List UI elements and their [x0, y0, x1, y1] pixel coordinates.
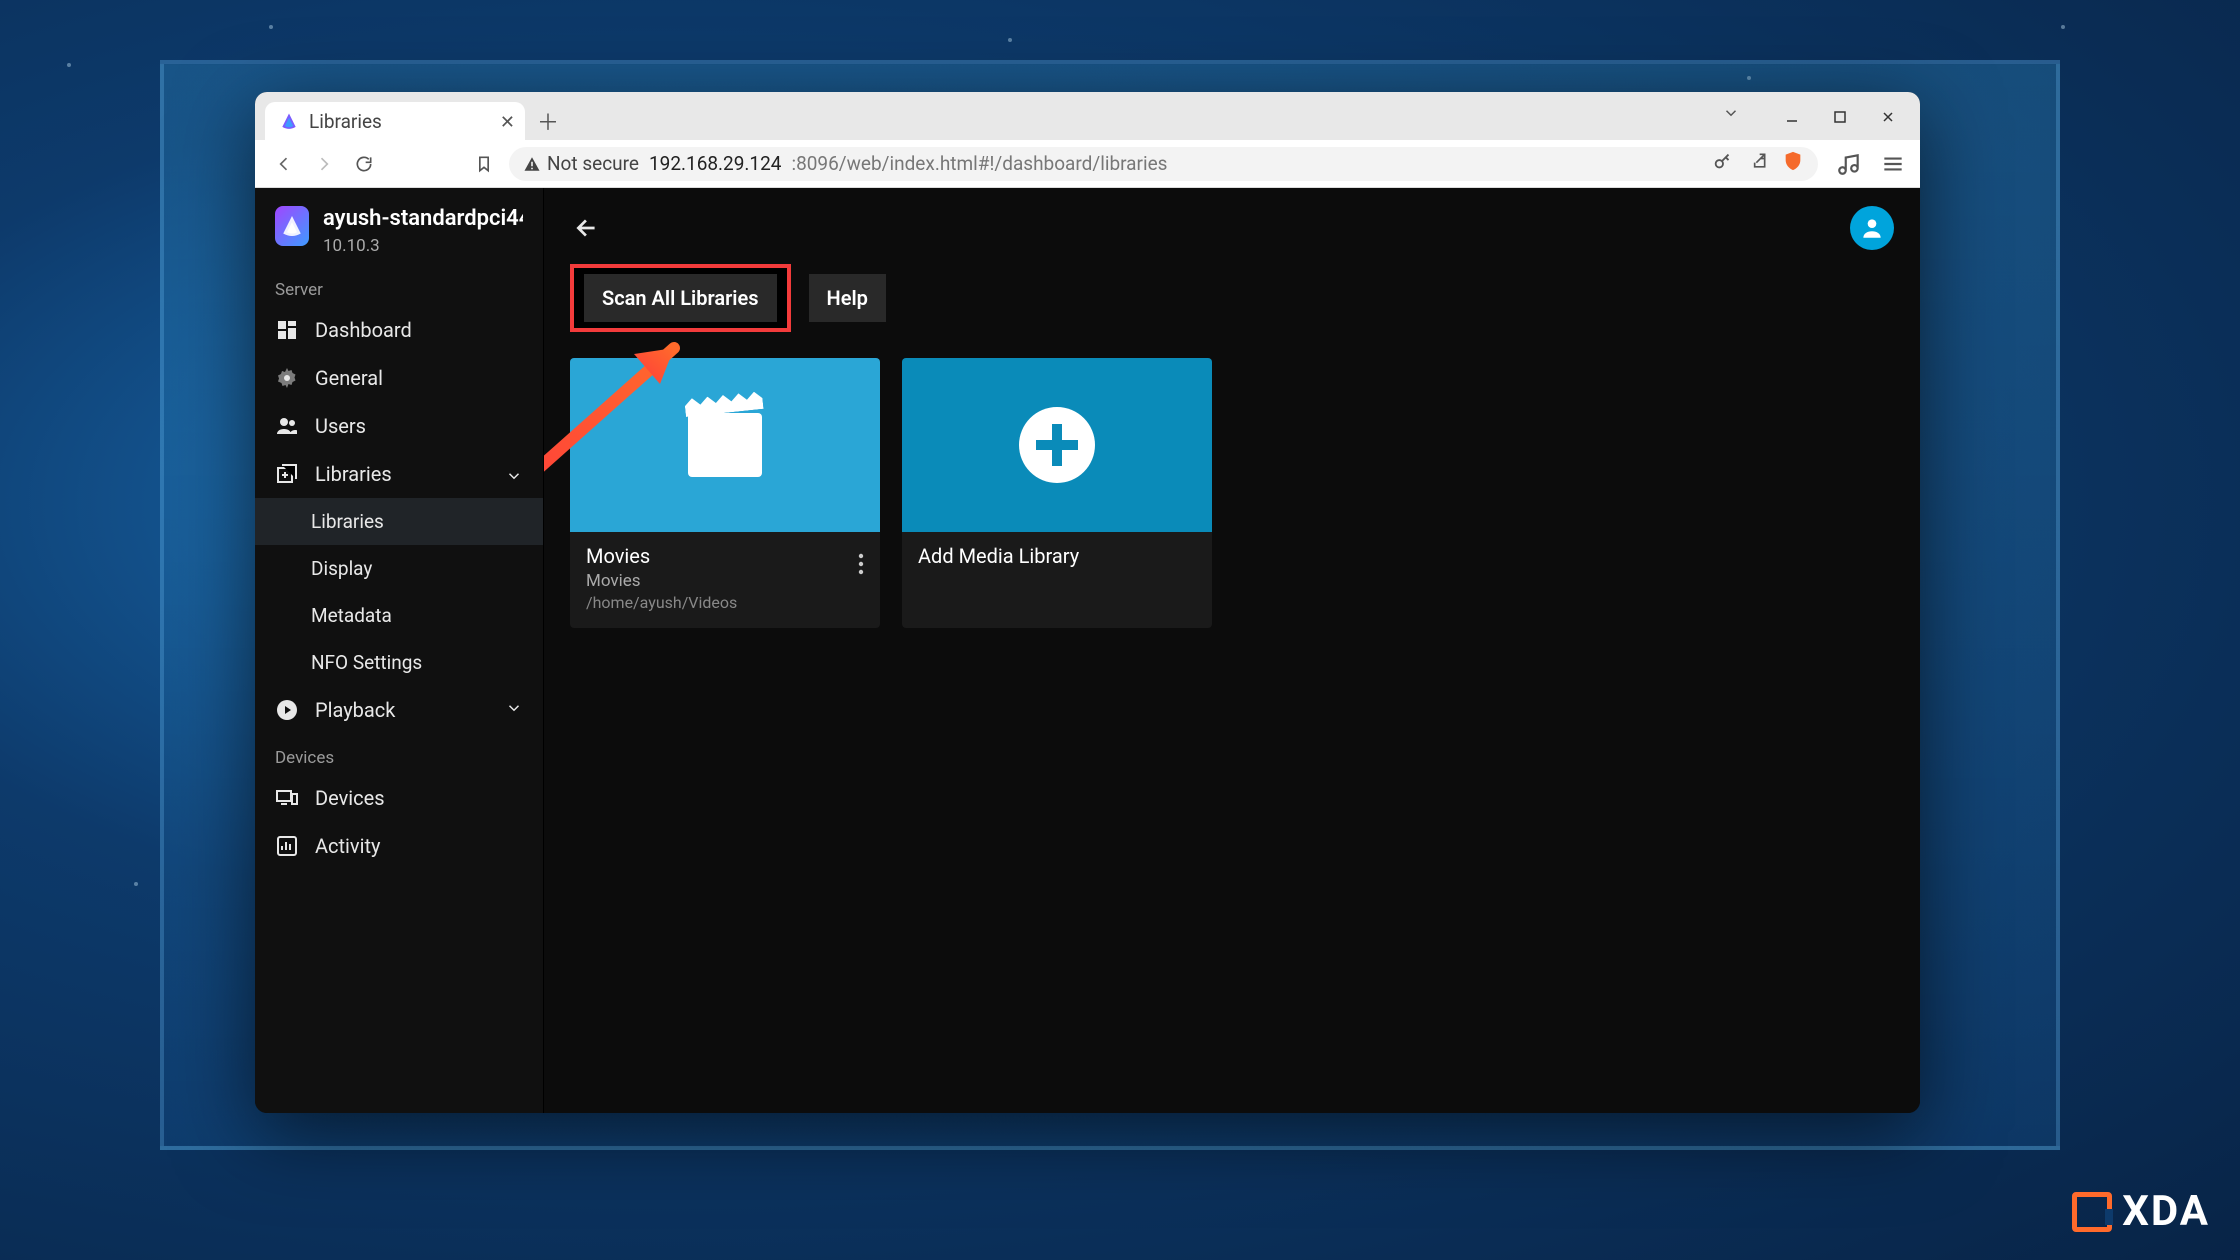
- close-tab-icon[interactable]: ✕: [500, 112, 515, 133]
- sidebar-section-server: Server: [255, 266, 543, 306]
- library-card-title: Movies: [586, 544, 864, 568]
- url-path: :8096/web/index.html#!/dashboard/librari…: [791, 152, 1167, 175]
- actions-row: Scan All Libraries Help: [570, 264, 1894, 332]
- user-avatar[interactable]: [1850, 206, 1894, 250]
- sidebar-item-users[interactable]: Users: [255, 402, 543, 450]
- server-version: 10.10.3: [323, 236, 523, 256]
- library-card-thumb: [570, 358, 880, 532]
- xda-text: XDA: [2122, 1187, 2210, 1236]
- sidebar-subitem-display[interactable]: Display: [255, 545, 543, 592]
- window-maximize-button[interactable]: [1818, 100, 1862, 134]
- url-host: 192.168.29.124: [649, 152, 782, 175]
- add-card-meta: Add Media Library: [902, 532, 1212, 584]
- person-icon: [1859, 215, 1885, 241]
- media-icon[interactable]: [1836, 151, 1862, 177]
- warning-icon: [523, 155, 541, 173]
- sidebar-item-label: Dashboard: [315, 318, 412, 342]
- hamburger-menu-icon[interactable]: [1880, 151, 1906, 177]
- sidebar-subitem-nfo[interactable]: NFO Settings: [255, 639, 543, 686]
- window-minimize-button[interactable]: [1770, 100, 1814, 134]
- security-warning: Not secure: [523, 152, 639, 175]
- nav-back-button[interactable]: [269, 149, 299, 179]
- main-content: Scan All Libraries Help Movies Movies /h…: [544, 188, 1920, 1113]
- library-card-add[interactable]: Add Media Library: [902, 358, 1212, 628]
- add-card-thumb: [902, 358, 1212, 532]
- xda-watermark: XDA: [2072, 1187, 2210, 1236]
- browser-tabstrip: Libraries ✕ ＋: [255, 92, 1920, 140]
- gear-icon: [275, 366, 299, 390]
- library-cards: Movies Movies /home/ayush/Videos Add Med…: [570, 358, 1894, 628]
- sidebar: ayush-standardpci440fx 10.10.3 Server Da…: [255, 188, 544, 1113]
- plus-circle-icon: [1019, 407, 1095, 483]
- tab-overflow-icon[interactable]: [1722, 104, 1740, 126]
- sidebar-subitem-label: Metadata: [311, 604, 392, 627]
- jellyfin-logo-icon: [275, 206, 309, 246]
- sidebar-item-label: Activity: [315, 834, 380, 858]
- scan-all-libraries-button[interactable]: Scan All Libraries: [584, 274, 777, 322]
- add-card-label: Add Media Library: [918, 544, 1196, 568]
- activity-icon: [275, 834, 299, 858]
- sidebar-item-libraries[interactable]: Libraries: [255, 450, 543, 498]
- clapperboard-icon: [688, 413, 762, 477]
- tab-title: Libraries: [309, 110, 382, 133]
- toolbar-trailing: [1828, 151, 1906, 177]
- new-tab-button[interactable]: ＋: [531, 104, 565, 138]
- content-topbar: [570, 206, 1894, 250]
- nav-reload-button[interactable]: [349, 149, 379, 179]
- play-circle-icon: [275, 698, 299, 722]
- brave-shield-icon[interactable]: [1782, 150, 1804, 177]
- help-button[interactable]: Help: [809, 274, 886, 322]
- sidebar-item-label: General: [315, 366, 383, 390]
- server-name: ayush-standardpci440fx: [323, 206, 523, 232]
- devices-icon: [275, 786, 299, 810]
- sidebar-section-devices: Devices: [255, 734, 543, 774]
- library-card-meta: Movies Movies /home/ayush/Videos: [570, 532, 880, 628]
- library-card-path: /home/ayush/Videos: [586, 593, 864, 612]
- window-close-button[interactable]: [1866, 100, 1910, 134]
- jellyfin-favicon-icon: [279, 111, 299, 131]
- users-icon: [275, 414, 299, 438]
- sidebar-item-devices[interactable]: Devices: [255, 774, 543, 822]
- library-card-type: Movies: [586, 571, 864, 591]
- page-back-button[interactable]: [570, 211, 604, 245]
- sidebar-item-label: Playback: [315, 698, 395, 722]
- chevron-down-icon: [505, 698, 523, 722]
- more-vertical-icon: [858, 552, 864, 576]
- library-card-movies[interactable]: Movies Movies /home/ayush/Videos: [570, 358, 880, 628]
- sidebar-item-general[interactable]: General: [255, 354, 543, 402]
- browser-window: Libraries ✕ ＋ Not secure 192.168.29.124:…: [255, 92, 1920, 1113]
- dashboard-icon: [275, 318, 299, 342]
- sidebar-subitem-label: NFO Settings: [311, 651, 422, 674]
- app-body: ayush-standardpci440fx 10.10.3 Server Da…: [255, 188, 1920, 1113]
- sidebar-item-dashboard[interactable]: Dashboard: [255, 306, 543, 354]
- nav-forward-button[interactable]: [309, 149, 339, 179]
- address-bar[interactable]: Not secure 192.168.29.124 :8096/web/index…: [509, 147, 1818, 181]
- xda-logo-icon: [2072, 1192, 2112, 1232]
- sidebar-item-label: Users: [315, 414, 366, 438]
- key-icon[interactable]: [1712, 150, 1734, 177]
- sidebar-item-playback[interactable]: Playback: [255, 686, 543, 734]
- sidebar-item-label: Libraries: [315, 462, 392, 486]
- security-label: Not secure: [547, 152, 639, 175]
- sidebar-subitem-metadata[interactable]: Metadata: [255, 592, 543, 639]
- sidebar-item-activity[interactable]: Activity: [255, 822, 543, 870]
- sidebar-subitem-libraries[interactable]: Libraries: [255, 498, 543, 545]
- window-controls: [1770, 100, 1910, 134]
- browser-toolbar: Not secure 192.168.29.124 :8096/web/index…: [255, 140, 1920, 188]
- library-card-menu-button[interactable]: [852, 546, 870, 586]
- library-add-icon: [275, 462, 299, 486]
- sidebar-item-label: Devices: [315, 786, 385, 810]
- share-icon[interactable]: [1748, 151, 1768, 176]
- chevron-up-icon: [505, 462, 523, 486]
- browser-tab-active[interactable]: Libraries ✕: [265, 102, 525, 140]
- bookmark-icon[interactable]: [469, 149, 499, 179]
- sidebar-subitem-label: Libraries: [311, 510, 384, 533]
- annotation-highlight-box: Scan All Libraries: [570, 264, 791, 332]
- sidebar-subitem-label: Display: [311, 557, 372, 580]
- sidebar-header: ayush-standardpci440fx 10.10.3: [255, 188, 543, 266]
